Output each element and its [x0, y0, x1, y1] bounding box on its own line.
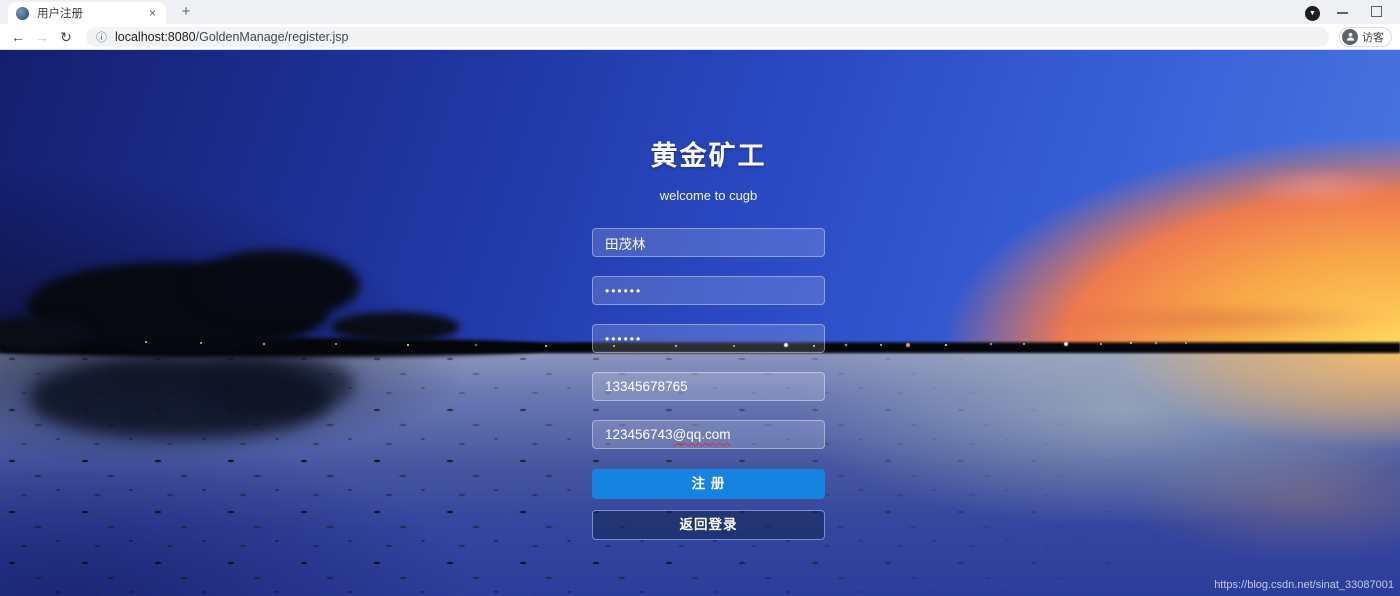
- password-input[interactable]: [592, 276, 825, 305]
- bush-silhouette: [330, 312, 460, 342]
- page-title: 黄金矿工: [650, 141, 767, 171]
- profile-label: 访客: [1362, 31, 1384, 44]
- url-text: localhost:8080/GoldenManage/register.jsp: [115, 30, 349, 44]
- browser-titlebar: 用户注册 × + ▼: [0, 0, 1400, 24]
- page-subtitle: welcome to cugb: [659, 188, 758, 203]
- minimize-icon[interactable]: [1337, 12, 1348, 14]
- pink-cloud: [1245, 168, 1395, 208]
- reload-icon[interactable]: ↻: [55, 24, 77, 50]
- favicon-globe-icon: [16, 6, 29, 20]
- tab-close-icon[interactable]: ×: [147, 6, 158, 20]
- maximize-icon[interactable]: [1371, 6, 1382, 17]
- url-host: localhost:8080: [115, 29, 196, 44]
- back-to-login-button[interactable]: 返回登录: [592, 510, 825, 540]
- register-button[interactable]: 注 册: [592, 469, 825, 499]
- tab-title: 用户注册: [37, 8, 83, 20]
- forward-icon[interactable]: →: [31, 24, 53, 50]
- profile-chip[interactable]: 访客: [1339, 26, 1392, 47]
- sunset-cloud-streak: [1040, 302, 1400, 336]
- browser-update-icon[interactable]: ▼: [1305, 6, 1320, 21]
- avatar-icon: [1342, 28, 1358, 45]
- browser-toolbar: ← → ↻ ⓘ localhost:8080/GoldenManage/regi…: [0, 24, 1400, 50]
- tree-silhouette: [190, 250, 360, 320]
- register-form: 黄金矿工 welcome to cugb 123456743@qq.com 注 …: [592, 134, 825, 540]
- address-bar[interactable]: ⓘ localhost:8080/GoldenManage/register.j…: [86, 26, 1329, 47]
- register-page: 黄金矿工 welcome to cugb 123456743@qq.com 注 …: [0, 50, 1400, 596]
- back-icon[interactable]: ←: [7, 24, 29, 50]
- browser-tab[interactable]: 用户注册 ×: [8, 2, 166, 24]
- email-value: 123456743: [605, 427, 673, 442]
- tree-reflection: [195, 355, 355, 415]
- url-path: /GoldenManage/register.jsp: [195, 29, 349, 44]
- csdn-watermark: https://blog.csdn.net/sinat_33087001: [1214, 579, 1394, 591]
- new-tab-icon[interactable]: +: [176, 2, 196, 22]
- page-info-icon[interactable]: ⓘ: [96, 29, 107, 45]
- confirm-password-input[interactable]: [592, 324, 825, 353]
- email-input[interactable]: 123456743 @qq.com: [592, 420, 825, 449]
- phone-input[interactable]: [592, 372, 825, 401]
- email-value-spellchecked: @qq.com: [672, 427, 731, 442]
- shoreline-lights: [145, 341, 147, 343]
- username-input[interactable]: [592, 228, 825, 257]
